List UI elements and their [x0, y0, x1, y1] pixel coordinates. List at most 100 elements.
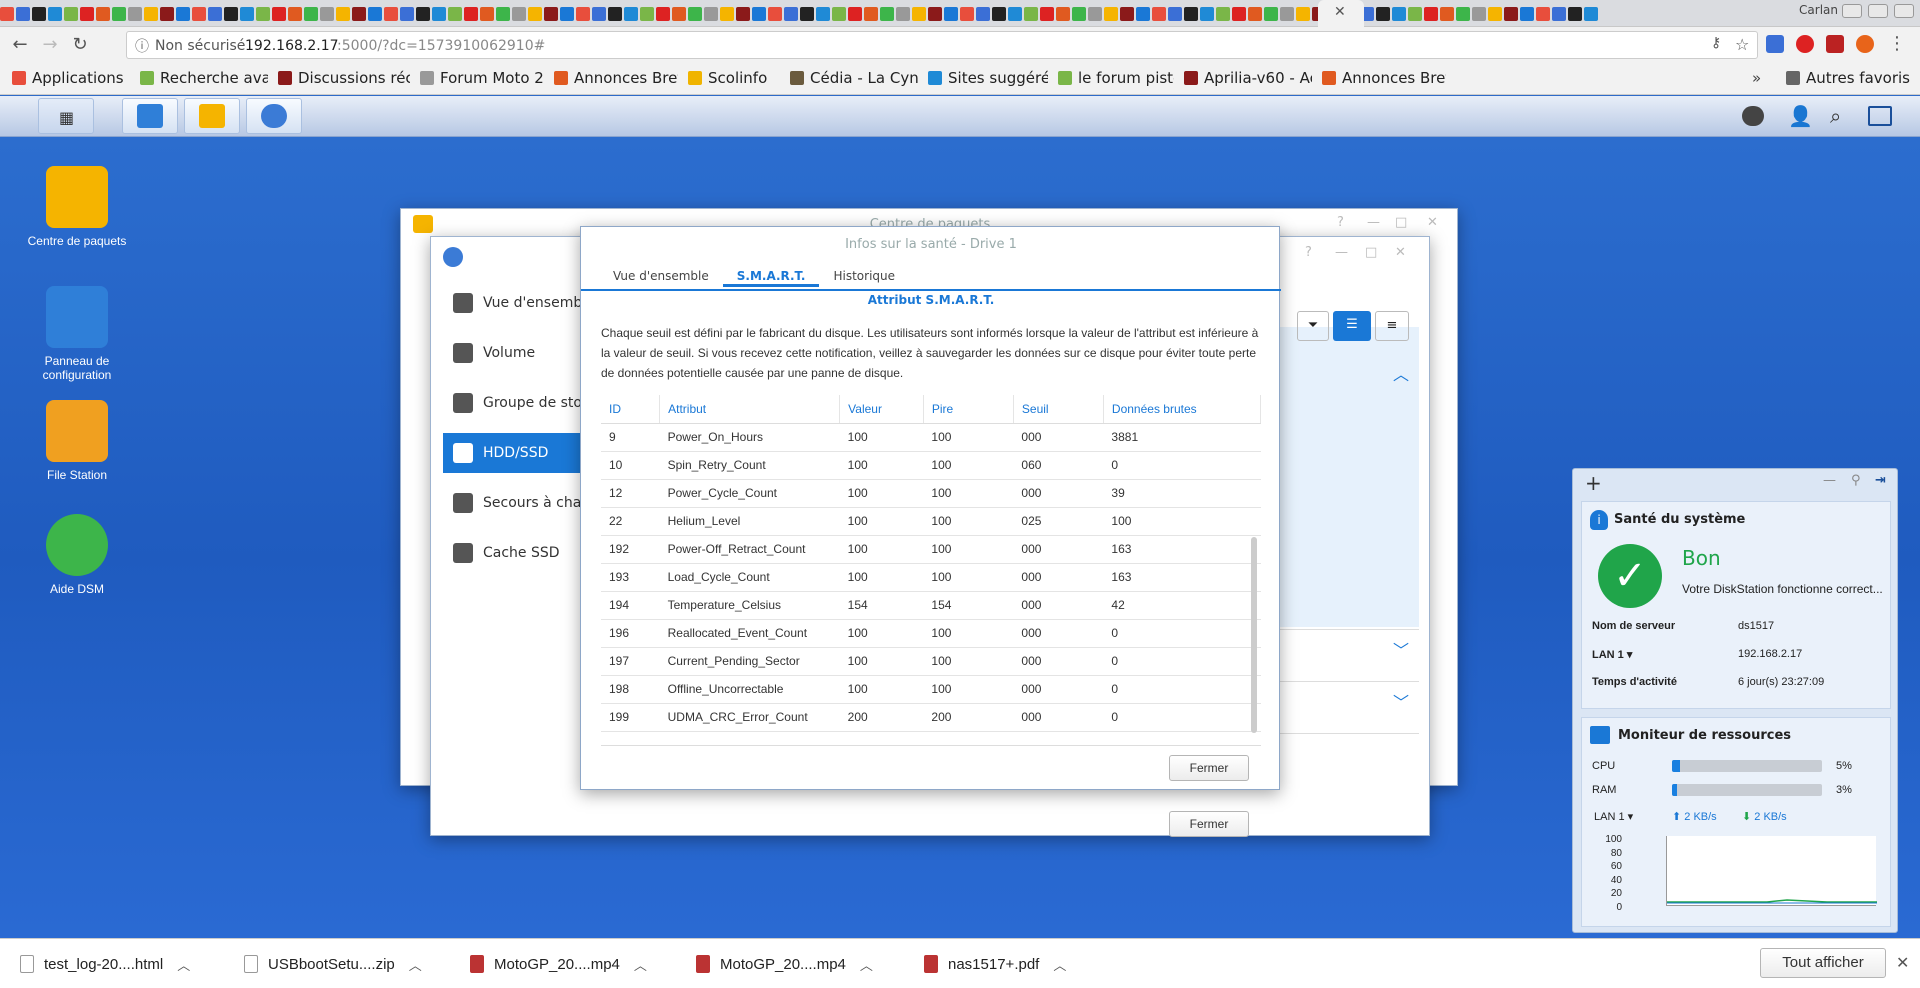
pinned-tab-favicon[interactable]	[112, 7, 126, 21]
pinned-tab-favicon[interactable]	[480, 7, 494, 21]
bookmark-star-icon[interactable]: ☆	[1735, 35, 1749, 54]
bookmark-item[interactable]: Sites suggérés	[928, 69, 1048, 87]
pinned-tab-favicon[interactable]	[592, 7, 606, 21]
compact-view-icon[interactable]: ≡	[1375, 311, 1409, 341]
pinned-tab-favicon[interactable]	[352, 7, 366, 21]
bookmark-item[interactable]: Cédia - La Cynopl	[790, 69, 918, 87]
taskbar-package-center[interactable]	[184, 98, 240, 134]
pinned-tab-favicon[interactable]	[448, 7, 462, 21]
table-row[interactable]: 197 Current_Pending_Sector 100 100 000 0	[601, 647, 1261, 676]
sidebar-item[interactable]: Groupe de stockage	[443, 383, 593, 423]
pinned-tab-favicon[interactable]	[1488, 7, 1502, 21]
pinned-tab-favicon[interactable]	[1168, 7, 1182, 21]
reload-icon[interactable]: ↻	[70, 35, 90, 55]
pinned-tab-favicon[interactable]	[1456, 7, 1470, 21]
pin-icon[interactable]: ⚲	[1851, 473, 1861, 488]
active-tab[interactable]: ✕	[1318, 0, 1364, 27]
pinned-tab-favicon[interactable]	[368, 7, 382, 21]
bookmark-item[interactable]: Scolinfo	[688, 69, 780, 87]
pinned-tab-favicon[interactable]	[272, 7, 286, 21]
pinned-tab-favicon[interactable]	[944, 7, 958, 21]
table-row[interactable]: 9 Power_On_Hours 100 100 000 3881	[601, 423, 1261, 452]
pinned-tab-favicon[interactable]	[1552, 7, 1566, 21]
download-item[interactable]: nas1517+.pdf ︿	[924, 939, 1066, 988]
pinned-tab-favicon[interactable]	[848, 7, 862, 21]
pinned-tab-favicon[interactable]	[256, 7, 270, 21]
pinned-tab-favicon[interactable]	[928, 7, 942, 21]
bookmark-item[interactable]: Aprilia-v60 - Accu	[1184, 69, 1312, 87]
pinned-tab-favicon[interactable]	[1024, 7, 1038, 21]
dialog-tab[interactable]: Historique	[819, 265, 909, 287]
pinned-tab-favicon[interactable]	[720, 7, 734, 21]
pinned-tab-favicon[interactable]	[608, 7, 622, 21]
pinned-tab-favicon[interactable]	[624, 7, 638, 21]
pinned-tab-favicon[interactable]	[528, 7, 542, 21]
pinned-tab-favicon[interactable]	[1392, 7, 1406, 21]
pinned-tab-favicon[interactable]	[896, 7, 910, 21]
pinned-tab-favicon[interactable]	[672, 7, 686, 21]
chevron-up-icon[interactable]: ︿	[1053, 955, 1066, 974]
widgets-toggle-icon[interactable]	[1868, 106, 1892, 126]
pinned-tabs[interactable]	[0, 3, 1840, 25]
other-bookmarks[interactable]: Autres favoris	[1786, 69, 1914, 87]
chevron-down-icon[interactable]: ▾	[1624, 649, 1633, 661]
pinned-tab-favicon[interactable]	[1280, 7, 1294, 21]
pinned-tab-favicon[interactable]	[0, 7, 14, 21]
info-icon[interactable]: ⓘ	[135, 36, 149, 56]
close-button[interactable]: Fermer	[1169, 755, 1249, 781]
pinned-tab-favicon[interactable]	[640, 7, 654, 21]
pinned-tab-favicon[interactable]	[64, 7, 78, 21]
maximize-icon[interactable]: □	[1365, 245, 1377, 260]
user-icon[interactable]: 👤	[1788, 104, 1813, 128]
collapse-panel-icon[interactable]: ⇥	[1875, 473, 1886, 488]
chevron-down-icon[interactable]: ﹀	[1393, 637, 1409, 661]
pinned-tab-favicon[interactable]	[704, 7, 718, 21]
health-field-label[interactable]: LAN 1 ▾	[1592, 648, 1632, 661]
pinned-tab-favicon[interactable]	[560, 7, 574, 21]
bookmarks-overflow-icon[interactable]: »	[1752, 69, 1761, 87]
profile-name[interactable]: Carlan	[1758, 3, 1838, 21]
maximize-icon[interactable]: □	[1395, 215, 1407, 230]
control-panel-desktop-icon[interactable]: Panneau de configuration	[22, 286, 132, 382]
bookmark-item[interactable]: Applications	[12, 69, 130, 87]
dialog-tab[interactable]: S.M.A.R.T.	[722, 265, 820, 287]
pinned-tab-favicon[interactable]	[992, 7, 1006, 21]
chevron-up-icon[interactable]: ︿	[860, 955, 873, 974]
close-button[interactable]: Fermer	[1169, 811, 1249, 837]
pinned-tab-favicon[interactable]	[320, 7, 334, 21]
pinned-tab-favicon[interactable]	[1216, 7, 1230, 21]
translate-extension-icon[interactable]	[1766, 35, 1784, 53]
dialog-tab[interactable]: Vue d'ensemble	[599, 265, 723, 287]
menu-icon[interactable]: ⋮	[1888, 33, 1906, 54]
notification-extension-icon[interactable]	[1826, 35, 1844, 53]
table-row[interactable]: 22 Helium_Level 100 100 025 100	[601, 507, 1261, 536]
pinned-tab-favicon[interactable]	[240, 7, 254, 21]
pinned-tab-favicon[interactable]	[1088, 7, 1102, 21]
sidebar-item[interactable]: Volume	[443, 333, 593, 373]
column-header[interactable]: Données brutes	[1103, 395, 1261, 424]
bookmark-item[interactable]: Annonces Bretag	[554, 69, 678, 87]
pinned-tab-favicon[interactable]	[1072, 7, 1086, 21]
show-all-button[interactable]: Tout afficher	[1760, 948, 1886, 978]
table-row[interactable]: 199 UDMA_CRC_Error_Count 200 200 000 0	[601, 703, 1261, 732]
sidebar-item[interactable]: HDD/SSD	[443, 433, 593, 473]
pinned-tab-favicon[interactable]	[1536, 7, 1550, 21]
download-item[interactable]: MotoGP_20....mp4 ︿	[470, 939, 647, 988]
pinned-tab-favicon[interactable]	[304, 7, 318, 21]
column-header[interactable]: Valeur	[839, 395, 924, 424]
pinned-tab-favicon[interactable]	[1440, 7, 1454, 21]
bookmark-item[interactable]: Recherche avanc	[140, 69, 268, 87]
pinned-tab-favicon[interactable]	[1136, 7, 1150, 21]
extension-icon[interactable]	[1796, 35, 1814, 53]
pinned-tab-favicon[interactable]	[1408, 7, 1422, 21]
chevron-down-icon[interactable]: ﹀	[1393, 689, 1409, 713]
package-center-desktop-icon[interactable]: Centre de paquets	[22, 166, 132, 248]
pinned-tab-favicon[interactable]	[1296, 7, 1310, 21]
pinned-tab-favicon[interactable]	[32, 7, 46, 21]
list-view-icon[interactable]: ☰	[1333, 311, 1371, 341]
bookmark-item[interactable]: Discussions réce	[278, 69, 410, 87]
notifications-icon[interactable]	[1742, 106, 1764, 126]
pinned-tab-favicon[interactable]	[1424, 7, 1438, 21]
close-window-icon[interactable]	[1894, 4, 1914, 18]
column-header[interactable]: Pire	[923, 395, 1014, 424]
